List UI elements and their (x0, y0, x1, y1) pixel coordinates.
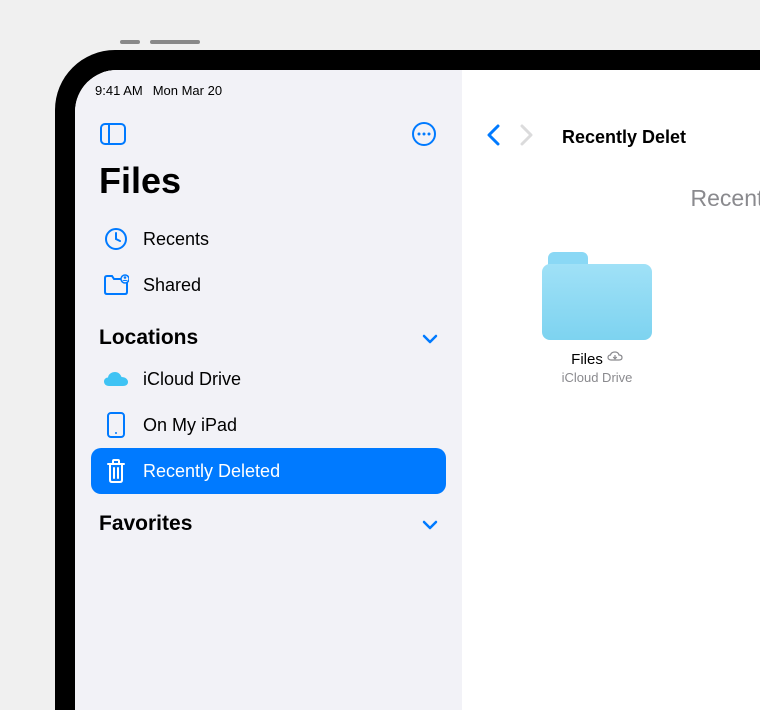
location-item-onipad[interactable]: On My iPad (91, 402, 446, 448)
more-button[interactable] (410, 120, 438, 148)
status-bar: 9:41 AM Mon Mar 20 (75, 70, 462, 102)
chevron-down-icon (422, 512, 438, 536)
main-toolbar: Recently Delet (462, 110, 760, 159)
section-title: Locations (99, 326, 198, 350)
location-item-icloud[interactable]: iCloud Drive (91, 356, 446, 402)
icloud-icon (103, 366, 129, 392)
device-frame: 9:41 AM Mon Mar 20 (55, 50, 760, 710)
status-time: 9:41 AM (95, 83, 143, 98)
main-subtitle: Recently (462, 159, 760, 232)
section-title: Favorites (99, 512, 192, 536)
folder-name: Files (571, 351, 603, 368)
ipad-icon (103, 412, 129, 438)
section-header-favorites[interactable]: Favorites (75, 494, 462, 542)
clock-icon (103, 226, 129, 252)
sidebar: Files Recents (75, 70, 462, 710)
main-title: Recently Delet (562, 127, 686, 148)
folder-icon (542, 252, 652, 340)
sidebar-toggle-button[interactable] (99, 120, 127, 148)
folder-grid: Files iCloud Drive (462, 232, 760, 385)
nav-list: Recents Shared (75, 216, 462, 308)
ellipsis-circle-icon (411, 121, 437, 147)
nav-item-shared[interactable]: Shared (91, 262, 446, 308)
screen: 9:41 AM Mon Mar 20 (75, 70, 760, 710)
folder-item[interactable]: Files iCloud Drive (522, 252, 672, 385)
location-label: On My iPad (143, 415, 237, 436)
main-content: Recently Delet Recently Files (462, 70, 760, 710)
nav-item-label: Recents (143, 229, 209, 250)
folder-name-row: Files (571, 350, 623, 368)
nav-item-recents[interactable]: Recents (91, 216, 446, 262)
nav-item-label: Shared (143, 275, 201, 296)
sidebar-toolbar (75, 110, 462, 156)
forward-button[interactable] (520, 124, 534, 151)
location-label: Recently Deleted (143, 461, 280, 482)
status-date: Mon Mar 20 (153, 83, 222, 98)
chevron-down-icon (422, 326, 438, 350)
app-title: Files (75, 156, 462, 216)
trash-icon (103, 458, 129, 484)
cloud-download-icon (607, 350, 623, 368)
section-header-locations[interactable]: Locations (75, 308, 462, 356)
location-item-recently-deleted[interactable]: Recently Deleted (91, 448, 446, 494)
shared-folder-icon (103, 272, 129, 298)
locations-list: iCloud Drive On My iPad (75, 356, 462, 494)
sidebar-icon (100, 123, 126, 145)
chevron-right-icon (520, 124, 534, 146)
folder-location: iCloud Drive (562, 370, 633, 385)
location-label: iCloud Drive (143, 369, 241, 390)
chevron-left-icon (486, 124, 500, 146)
back-button[interactable] (486, 124, 500, 151)
